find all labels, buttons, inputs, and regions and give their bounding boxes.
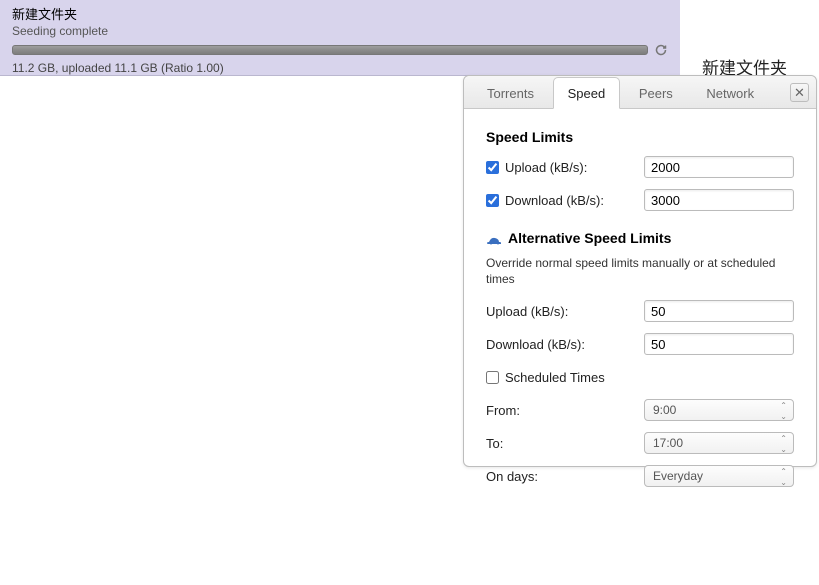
tab-speed[interactable]: Speed (553, 77, 621, 109)
from-time-select[interactable]: 9:00 (644, 399, 794, 421)
turtle-icon (486, 233, 502, 243)
upload-limit-input[interactable] (644, 156, 794, 178)
torrent-name: 新建文件夹 (12, 2, 668, 23)
to-label: To: (486, 436, 503, 451)
alt-speed-description: Override normal speed limits manually or… (486, 256, 794, 287)
from-label: From: (486, 403, 520, 418)
tab-peers[interactable]: Peers (624, 77, 688, 109)
to-time-select[interactable]: 17:00 (644, 432, 794, 454)
download-limit-checkbox[interactable] (486, 194, 499, 207)
torrent-list-row[interactable]: 新建文件夹 Seeding complete 11.2 GB, uploaded… (0, 0, 680, 76)
close-icon: ✕ (794, 86, 805, 99)
download-limit-input[interactable] (644, 189, 794, 211)
preferences-panel: Torrents Speed Peers Network ✕ Speed Lim… (463, 75, 817, 467)
on-days-value: Everyday (653, 469, 703, 483)
torrent-status: Seeding complete (12, 24, 668, 38)
from-time-value: 9:00 (653, 403, 676, 417)
torrent-details: 11.2 GB, uploaded 11.1 GB (Ratio 1.00) (12, 61, 668, 75)
on-days-label: On days: (486, 469, 538, 484)
progress-bar (12, 45, 648, 55)
to-time-value: 17:00 (653, 436, 683, 450)
refresh-icon[interactable] (654, 43, 668, 57)
tab-network[interactable]: Network (691, 77, 769, 109)
alt-download-input[interactable] (644, 333, 794, 355)
alt-speed-heading-text: Alternative Speed Limits (508, 230, 671, 246)
alt-upload-label: Upload (kB/s): (486, 304, 568, 319)
alt-download-label: Download (kB/s): (486, 337, 585, 352)
upload-limit-label: Upload (kB/s): (505, 160, 587, 175)
on-days-select[interactable]: Everyday (644, 465, 794, 487)
upload-limit-checkbox[interactable] (486, 161, 499, 174)
scheduled-times-label: Scheduled Times (505, 370, 605, 385)
tab-torrents[interactable]: Torrents (472, 77, 549, 109)
download-limit-label: Download (kB/s): (505, 193, 604, 208)
alt-upload-input[interactable] (644, 300, 794, 322)
alt-speed-heading: Alternative Speed Limits (486, 230, 794, 246)
close-button[interactable]: ✕ (790, 83, 809, 102)
tabs-bar: Torrents Speed Peers Network ✕ (464, 76, 816, 109)
speed-limits-heading: Speed Limits (486, 129, 794, 145)
scheduled-times-checkbox[interactable] (486, 371, 499, 384)
